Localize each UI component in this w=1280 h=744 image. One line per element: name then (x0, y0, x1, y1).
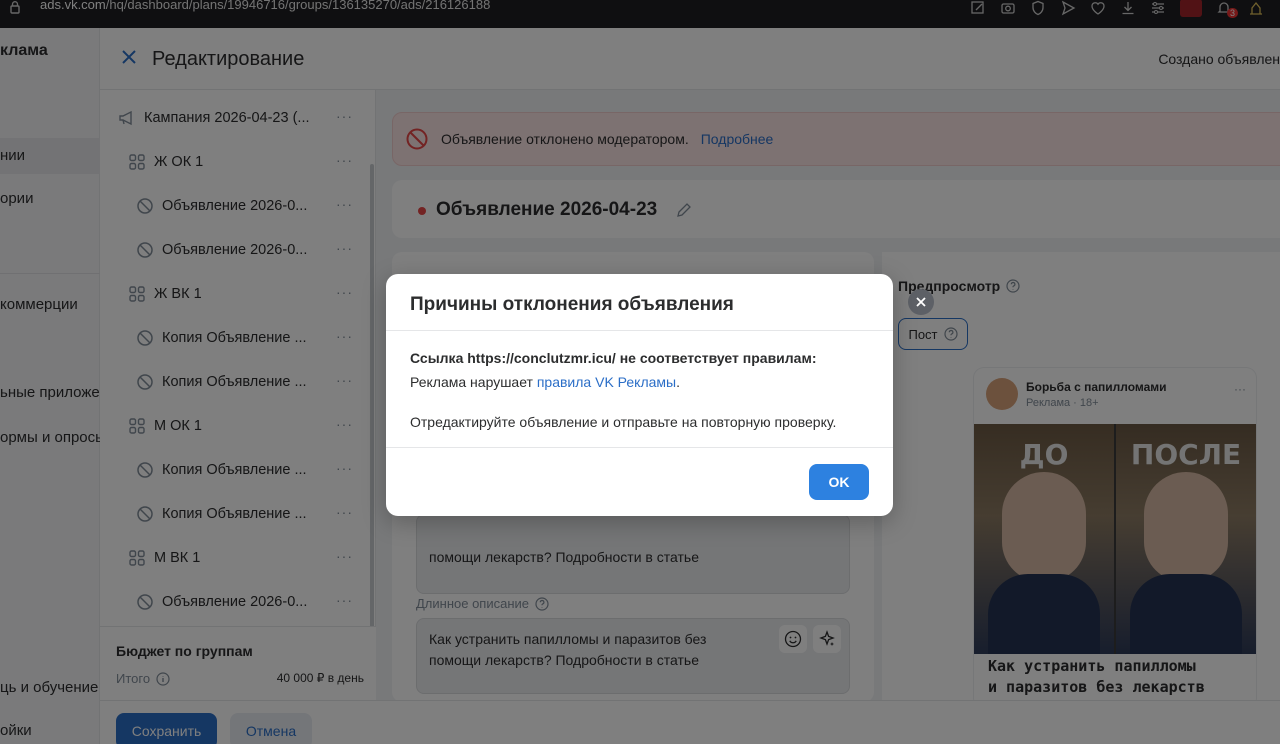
rule-text-prefix: Реклама нарушает (410, 374, 537, 390)
close-preview-button[interactable] (908, 289, 934, 315)
ok-button[interactable]: OK (809, 464, 869, 500)
rejection-rule-text: Реклама нарушает правила VK Рекламы. (410, 374, 680, 390)
modal-divider (386, 447, 893, 448)
modal-divider (386, 330, 893, 331)
rules-link[interactable]: правила VK Рекламы (537, 374, 676, 390)
close-icon (916, 297, 926, 307)
modal-instruction: Отредактируйте объявление и отправьте на… (410, 414, 837, 430)
rejection-reason: Ссылка https://conclutzmr.icu/ не соотве… (410, 350, 817, 366)
rejection-reasons-modal: Причины отклонения объявления Ссылка htt… (386, 274, 893, 516)
modal-title: Причины отклонения объявления (410, 294, 734, 315)
rule-text-suffix: . (676, 374, 680, 390)
